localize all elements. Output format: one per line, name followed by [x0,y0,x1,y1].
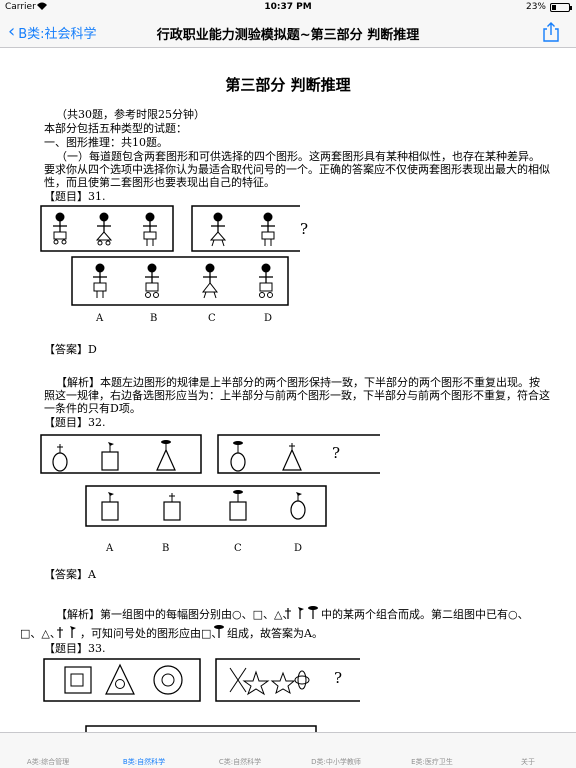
battery-icon [550,3,572,12]
question-32-analysis: ，可知问号处的图形应由□、 [80,627,223,640]
question-31-analysis: 照这一规律，右边备选图形应当为：上半部分与前两个图形一致，下半部分与前两个图形不… [44,389,550,402]
battery-percent: 23% [525,2,546,12]
question-32-analysis: 【解析】第一组图中的每幅图分别由○、□、△、 [56,608,294,621]
tab-bar: A类:综合管理 B类:自然科学 C类:自然科学 D类:中小学教师 E类:医疗卫生… [0,732,576,768]
back-button-label: B类:社会科学 [18,26,97,42]
question-33-figure [43,658,360,732]
option-label: A [96,313,104,324]
option-label: D [264,313,273,324]
option-label: A [106,543,114,554]
tab-about[interactable]: 关于 [480,733,576,768]
question-32-mark: ? [332,444,341,462]
question-32-figure [40,434,380,527]
document-title: 第三部分 判断推理 [225,76,351,94]
page-title: 行政职业能力测验模拟题~第三部分 判断推理 [156,28,420,43]
intro-line: 一、图形推理：共10题。 [44,136,168,149]
status-time: 10:37 PM [264,2,312,12]
option-label: C [208,313,216,324]
question-32-answer: 【答案】A [44,568,96,581]
flag-symbols-icon [285,606,318,619]
question-32-analysis: 组成，故答案为A。 [227,627,323,640]
status-bar: Carrier 10:37 PM 23% [0,0,576,16]
question-31-answer: 【答案】D [44,343,97,356]
question-31-label: 【题目】31. [44,190,106,203]
back-button[interactable]: ‹ B类:社会科学 [8,22,97,42]
tab-d-teachers[interactable]: D类:中小学教师 [288,733,384,768]
tab-c-natural-science[interactable]: C类:自然科学 [192,733,288,768]
intro-line: 要求你从四个选项中选择你认为最适合取代问号的一个。正确的答案应不仅使两套图形表现… [44,163,550,176]
option-label: C [234,543,242,554]
share-icon[interactable] [540,21,562,43]
tab-e-medical[interactable]: E类:医疗卫生 [384,733,480,768]
chevron-left-icon: ‹ [8,21,16,42]
question-31-mark: ? [300,220,309,238]
question-31-analysis: 【解析】本题左边图形的规律是上半部分的两个图形保持一致，下半部分的两个图形不重复… [56,376,540,389]
tab-b-natural-science[interactable]: B类:自然科学 [96,733,192,768]
question-32-label: 【题目】32. [44,416,106,429]
document-view[interactable]: 第三部分 判断推理 （共30题，参考时限25分钟） 本部分包括五种类型的试题： … [0,48,576,732]
flag-symbols-icon [57,626,76,638]
question-33-label: 【题目】33. [44,642,106,655]
question-33-mark: ? [334,669,343,687]
option-label: D [294,543,303,554]
navigation-bar: ‹ B类:社会科学 行政职业能力测验模拟题~第三部分 判断推理 [0,16,576,48]
question-31-figure [40,205,300,306]
intro-line: 性，而且使第二套图形也要表现出自己的特征。 [44,176,275,189]
option-label: B [162,543,170,554]
intro-line: 本部分包括五种类型的试题： [44,122,187,135]
flag-symbols-icon [214,625,224,638]
question-32-analysis: 中的某两个组合而成。第二组图中已有○、 [321,608,529,621]
option-label: B [150,313,158,324]
question-32-analysis: □、△、 [20,627,61,640]
tab-a-general-management[interactable]: A类:综合管理 [0,733,96,768]
intro-line: （一）每道题包含两套图形和可供选择的四个图形。这两套图形具有某种相似性，也存在某… [56,150,540,163]
question-31-analysis: 一条件的只有D项。 [44,402,141,415]
intro-line: （共30题，参考时限25分钟） [56,108,205,121]
